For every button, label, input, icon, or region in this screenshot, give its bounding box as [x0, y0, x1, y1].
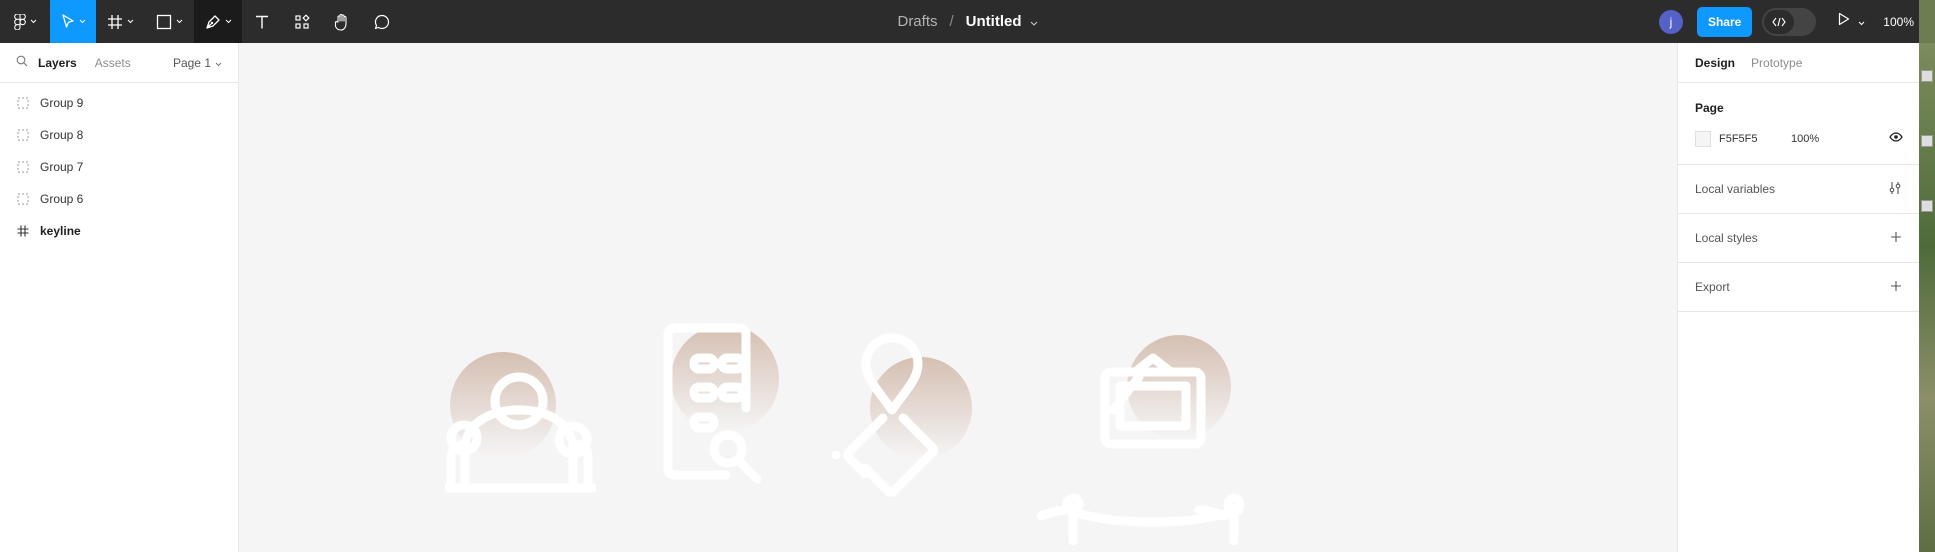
play-icon	[1838, 12, 1850, 31]
layer-label: keyline	[40, 224, 81, 238]
frame-hash-icon	[107, 14, 123, 30]
group-dashed-icon	[16, 160, 30, 174]
chevron-down-icon	[30, 19, 37, 24]
tab-prototype[interactable]: Prototype	[1751, 56, 1802, 70]
page-fill-row: F5F5F5 100%	[1695, 131, 1903, 147]
figma-logo-icon	[13, 13, 26, 30]
page-selector-label: Page 1	[172, 56, 211, 70]
move-tool-button[interactable]	[50, 0, 96, 43]
group-dashed-icon	[16, 128, 30, 142]
user-avatar[interactable]: j	[1658, 9, 1683, 34]
document-title[interactable]: Untitled	[966, 13, 1022, 30]
dev-mode-toggle[interactable]	[1762, 7, 1817, 36]
layer-label: Group 9	[40, 96, 84, 110]
pen-icon	[205, 14, 221, 30]
main-menu-button[interactable]	[0, 0, 50, 43]
local-variables-label: Local variables	[1695, 182, 1776, 196]
comment-tool-button[interactable]	[362, 0, 402, 43]
variables-sliders-icon[interactable]	[1888, 181, 1902, 198]
background-scroll-handle	[1921, 135, 1933, 147]
page-fill-hex[interactable]: F5F5F5	[1719, 133, 1791, 145]
local-styles-section[interactable]: Local styles	[1678, 214, 1919, 263]
zoom-level: 100%	[1883, 14, 1914, 29]
chevron-down-icon	[176, 19, 183, 24]
layers-panel: Layers Assets Page 1 Group 9 Group 8 Gro…	[0, 43, 239, 552]
group-dashed-icon	[16, 96, 30, 110]
background-scroll-down-button	[1921, 200, 1933, 212]
chevron-down-icon	[127, 19, 134, 24]
shape-tool-button[interactable]	[144, 0, 194, 43]
pen-tool-button[interactable]	[194, 0, 242, 43]
group-dashed-icon	[16, 192, 30, 206]
breadcrumb-drafts[interactable]: Drafts	[897, 13, 937, 30]
page-selector[interactable]: Page 1	[173, 56, 222, 70]
background-window-strip	[1919, 0, 1935, 552]
breadcrumb-separator: /	[949, 13, 954, 30]
page-fill-opacity[interactable]: 100%	[1791, 133, 1819, 145]
layer-label: Group 7	[40, 160, 84, 174]
canvas-artwork	[445, 323, 1245, 546]
chevron-down-icon	[79, 19, 86, 24]
right-panel-tabs: Design Prototype	[1678, 43, 1919, 83]
local-variables-section[interactable]: Local variables	[1678, 165, 1919, 214]
tab-layers[interactable]: Layers	[38, 56, 77, 70]
search-icon[interactable]	[16, 55, 28, 70]
chevron-down-icon	[215, 56, 222, 70]
local-styles-label: Local styles	[1695, 231, 1758, 245]
components-grid-icon	[294, 13, 310, 30]
layer-item-group-8[interactable]: Group 8	[0, 119, 238, 151]
layer-item-group-9[interactable]: Group 9	[0, 87, 238, 119]
eye-icon[interactable]	[1889, 132, 1903, 145]
background-window-content	[1919, 43, 1935, 552]
hand-tool-button[interactable]	[322, 0, 362, 43]
plus-icon[interactable]	[1890, 280, 1902, 295]
tab-design[interactable]: Design	[1695, 56, 1735, 70]
layers-list: Group 9 Group 8 Group 7 Group 6 keyline	[0, 83, 238, 247]
background-scroll-up-button	[1921, 70, 1933, 82]
frame-hash-icon	[16, 224, 30, 238]
top-toolbar: Drafts / Untitled j Share 100%	[0, 0, 1935, 43]
export-section[interactable]: Export	[1678, 263, 1919, 312]
page-fill-swatch[interactable]	[1695, 131, 1711, 147]
left-panel-tabs: Layers Assets Page 1	[0, 43, 238, 83]
layer-label: Group 8	[40, 128, 84, 142]
chevron-down-icon	[1858, 13, 1865, 31]
chevron-down-icon[interactable]	[1030, 13, 1038, 30]
layer-label: Group 6	[40, 192, 84, 206]
exhibit-billboard-icon[interactable]	[1036, 335, 1245, 546]
frame-tool-button[interactable]	[96, 0, 144, 43]
design-canvas[interactable]	[239, 43, 1677, 552]
export-label: Export	[1695, 280, 1730, 294]
chevron-down-icon	[225, 19, 232, 24]
tab-assets[interactable]: Assets	[95, 56, 131, 70]
text-tool-button[interactable]	[242, 0, 282, 43]
rectangle-icon	[156, 14, 172, 30]
plus-icon[interactable]	[1890, 231, 1902, 246]
calculator-search-icon[interactable]	[663, 323, 779, 484]
cursor-arrow-icon	[61, 13, 75, 30]
text-t-icon	[254, 14, 270, 30]
layer-item-group-7[interactable]: Group 7	[0, 151, 238, 183]
layer-item-keyline[interactable]: keyline	[0, 215, 238, 247]
comment-bubble-icon	[374, 14, 390, 30]
layer-item-group-6[interactable]: Group 6	[0, 183, 238, 215]
present-button[interactable]	[1838, 12, 1865, 31]
tool-group	[0, 0, 402, 43]
hand-icon	[334, 13, 350, 31]
toolbar-right: j Share 100%	[1658, 0, 1927, 43]
resources-tool-button[interactable]	[282, 0, 322, 43]
page-section-heading: Page	[1695, 101, 1724, 115]
page-section: Page F5F5F5 100%	[1678, 83, 1919, 165]
design-panel: Design Prototype Page F5F5F5 100% Local …	[1677, 43, 1919, 552]
share-button[interactable]: Share	[1696, 6, 1753, 37]
code-brackets-icon	[1764, 9, 1795, 34]
